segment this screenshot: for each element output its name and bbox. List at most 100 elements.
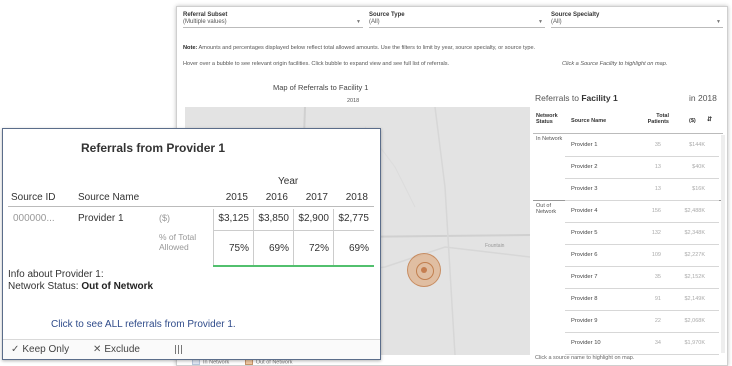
source-name[interactable]: Provider 4 xyxy=(571,208,597,214)
col-network-status: Network Status xyxy=(536,113,558,125)
table-scrollbar[interactable] xyxy=(721,135,725,353)
patients: 22 xyxy=(654,318,661,324)
filter-source-type[interactable]: Source Type (All) ▼ xyxy=(369,12,545,28)
see-all-referrals-link[interactable]: Click to see ALL referrals from Provider… xyxy=(51,319,236,330)
table-row[interactable]: Provider 6 109 $2,227K xyxy=(565,245,719,267)
table-row[interactable]: Provider 1 35 $144K xyxy=(565,135,719,157)
patients: 132 xyxy=(651,230,661,236)
table-row[interactable]: Provider 2 13 $40K xyxy=(565,157,719,179)
keep-only-button[interactable]: ✓ Keep Only xyxy=(11,344,69,355)
col-year-2018: 2018 xyxy=(345,192,368,203)
amount-2015: $3,125 xyxy=(218,213,249,224)
dropdown-caret-icon: ▼ xyxy=(356,19,361,25)
highlight-underline xyxy=(213,265,374,267)
filter-referral-subset[interactable]: Referral Subset (Multiple values) ▼ xyxy=(183,12,363,28)
amount: $2,152K xyxy=(684,274,706,280)
sort-icon[interactable]: ⇵ xyxy=(707,117,712,123)
percent-2016: 69% xyxy=(268,243,289,254)
year-header: Year xyxy=(278,176,299,187)
col-total-patients: Total Patients xyxy=(647,113,669,125)
legend-out-network: Out of Network xyxy=(255,359,293,366)
info-heading: Info about Provider 1: xyxy=(8,269,104,280)
network-status-label: Network Status: xyxy=(8,281,79,292)
table-row[interactable]: Provider 3 13 $16K xyxy=(565,179,719,201)
referrals-table-year: in 2018 xyxy=(689,93,717,103)
keep-only-label: Keep Only xyxy=(22,344,70,355)
amount: $1,970K xyxy=(684,340,706,346)
amount-2018: $2,775 xyxy=(338,213,369,224)
col-source-name: Source Name xyxy=(78,192,140,203)
dropdown-caret-icon: ▼ xyxy=(716,19,721,25)
highlight-hint: Click a Source Facility to highlight on … xyxy=(562,61,668,67)
amount-2016: $3,850 xyxy=(258,213,289,224)
amount: $144K xyxy=(689,142,705,148)
col-year-2016: 2016 xyxy=(265,192,288,203)
source-name[interactable]: Provider 2 xyxy=(571,164,597,170)
filter-value: (All) xyxy=(551,19,562,25)
table-row[interactable]: Provider 9 22 $2,068K xyxy=(565,311,719,333)
group-out-network: Out of Network xyxy=(536,203,557,215)
patients: 91 xyxy=(654,296,661,302)
note-body: Amounts and percentages displayed below … xyxy=(198,45,536,51)
filter-bar: Referral Subset (Multiple values) ▼ Sourc… xyxy=(177,7,727,37)
patients: 35 xyxy=(654,142,661,148)
check-icon: ✓ xyxy=(11,344,20,355)
close-icon: ✕ xyxy=(93,344,102,355)
filter-source-specialty[interactable]: Source Specialty (All) ▼ xyxy=(551,12,723,28)
note-text: Note: Amounts and percentages displayed … xyxy=(183,45,535,51)
provider-tooltip: Referrals from Provider 1 Year Source ID… xyxy=(2,128,381,360)
patients: 35 xyxy=(654,274,661,280)
dropdown-caret-icon: ▼ xyxy=(538,19,543,25)
amount: $2,068K xyxy=(684,318,706,324)
source-name[interactable]: Provider 7 xyxy=(571,274,597,280)
amount: $2,227K xyxy=(684,252,706,258)
filter-dropdown[interactable]: (Multiple values) ▼ xyxy=(183,19,363,28)
exclude-button[interactable]: ✕ Exclude xyxy=(93,344,140,355)
referral-bubble[interactable] xyxy=(407,253,441,287)
table-footer-hint: Click a source name to highlight on map. xyxy=(535,355,635,361)
header-divider xyxy=(533,133,723,134)
table-row[interactable]: Provider 8 91 $2,149K xyxy=(565,289,719,311)
amount: $2,149K xyxy=(684,296,706,302)
source-name[interactable]: Provider 8 xyxy=(571,296,597,302)
legend-in-network: In Network xyxy=(203,359,230,366)
map-place-label: Fountain xyxy=(485,243,505,249)
percent-2015: 75% xyxy=(228,243,249,254)
row-amount-label: ($) xyxy=(159,213,170,223)
source-name[interactable]: Provider 1 xyxy=(571,142,597,148)
percent-2018: 69% xyxy=(348,243,369,254)
map-year: 2018 xyxy=(347,98,360,104)
amount: $2,488K xyxy=(684,208,706,214)
exclude-label: Exclude xyxy=(104,344,140,355)
row-divider xyxy=(213,230,374,231)
source-id-value: 000000... xyxy=(13,213,55,224)
view-data-icon[interactable] xyxy=(175,345,184,354)
table-row[interactable]: Provider 10 34 $1,970K xyxy=(565,333,719,355)
amount: $16K xyxy=(692,186,705,192)
source-name[interactable]: Provider 9 xyxy=(571,318,597,324)
filter-value: (Multiple values) xyxy=(183,19,227,25)
referrals-table-title: Referrals to Facility 1 xyxy=(535,93,618,103)
filter-dropdown[interactable]: (All) ▼ xyxy=(369,19,545,28)
tooltip-title: Referrals from Provider 1 xyxy=(81,141,226,155)
map-title: Map of Referrals to Facility 1 xyxy=(273,83,369,92)
source-name[interactable]: Provider 5 xyxy=(571,230,597,236)
filter-value: (All) xyxy=(369,19,380,25)
group-in-network: In Network xyxy=(536,136,563,142)
source-name[interactable]: Provider 6 xyxy=(571,252,597,258)
table-row[interactable]: Provider 4 156 $2,488K xyxy=(565,201,719,223)
filter-dropdown[interactable]: (All) ▼ xyxy=(551,19,723,28)
source-name[interactable]: Provider 10 xyxy=(571,340,601,346)
patients: 13 xyxy=(654,164,661,170)
table-row[interactable]: Provider 5 132 $2,348K xyxy=(565,223,719,245)
col-source-name: Source Name xyxy=(571,118,607,124)
percent-2017: 72% xyxy=(308,243,329,254)
title-prefix: Referrals to xyxy=(535,93,579,103)
patients: 34 xyxy=(654,340,661,346)
source-name[interactable]: Provider 3 xyxy=(571,186,597,192)
tooltip-action-bar: ✓ Keep Only ✕ Exclude xyxy=(3,339,380,359)
filter-label: Source Specialty xyxy=(551,12,600,18)
table-row[interactable]: Provider 7 35 $2,152K xyxy=(565,267,719,289)
note-label: Note: xyxy=(183,45,198,51)
patients: 109 xyxy=(651,252,661,258)
